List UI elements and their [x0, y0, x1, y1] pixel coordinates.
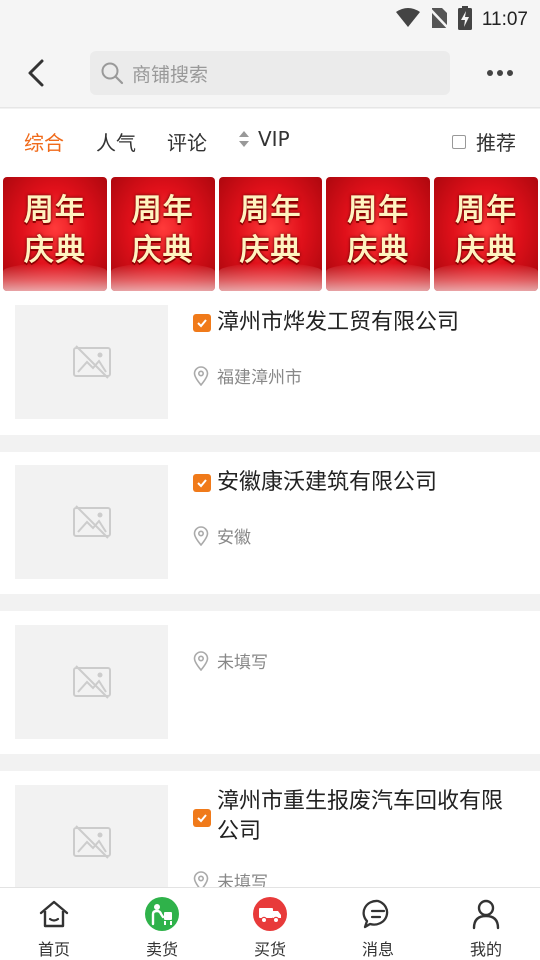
sell-icon — [145, 897, 179, 931]
nav-label: 我的 — [469, 940, 502, 959]
wifi-icon — [395, 8, 420, 32]
location-text: 未填写 — [217, 653, 268, 673]
company-name: 漳州市烨发工贸有限公司 — [217, 310, 460, 335]
shop-location: 安徽 — [193, 523, 251, 548]
message-icon — [361, 897, 395, 931]
banner-line2: 庆典 — [239, 233, 302, 268]
image-placeholder-icon — [72, 825, 111, 859]
banner-tile[interactable]: 周年 庆典 — [3, 177, 107, 291]
search-placeholder: 商铺搜索 — [132, 63, 209, 86]
banner-line1: 周年 — [347, 193, 410, 228]
location-pin-icon — [193, 365, 209, 386]
nav-buy[interactable]: 买货 — [216, 888, 324, 960]
header: 商铺搜索 — [0, 38, 540, 108]
recommend-label: 推荐 — [476, 131, 516, 155]
shop-card[interactable]: 漳州市烨发工贸有限公司 福建漳州市 — [0, 295, 540, 435]
banner-line1: 周年 — [131, 193, 194, 228]
more-button[interactable] — [480, 58, 520, 88]
sort-arrows-icon — [239, 131, 249, 147]
location-text: 未填写 — [217, 873, 268, 887]
tab-vip[interactable]: VIP — [238, 127, 290, 151]
home-icon — [37, 897, 71, 931]
chevron-left-icon — [28, 59, 44, 87]
verified-badge — [193, 474, 211, 492]
shop-card[interactable]: 未填写 — [0, 611, 540, 754]
no-sim-icon — [428, 7, 449, 33]
profile-icon — [469, 897, 503, 931]
status-time: 11:07 — [481, 9, 528, 30]
banner-line1: 周年 — [23, 193, 86, 228]
battery-charging-icon — [457, 6, 472, 34]
location-pin-icon — [193, 870, 209, 887]
banner-line2: 庆典 — [347, 233, 410, 268]
shop-list: 漳州市烨发工贸有限公司 福建漳州市 安徽康沃建筑有限公司 安徽 未填写 漳州市重… — [0, 295, 540, 887]
company-name: 漳州市重生报废汽车回收有限公司 — [217, 789, 504, 844]
check-icon — [197, 479, 207, 488]
nav-label: 买货 — [253, 940, 286, 959]
nav-messages[interactable]: 消息 — [324, 888, 432, 960]
check-icon — [197, 319, 207, 328]
recommend-checkbox[interactable] — [452, 134, 466, 149]
tab-popularity[interactable]: 人气 — [96, 127, 136, 156]
banner-tile[interactable]: 周年 庆典 — [110, 177, 215, 291]
shop-thumbnail — [15, 305, 168, 419]
shop-location: 福建漳州市 — [193, 363, 302, 388]
location-text: 福建漳州市 — [217, 368, 302, 388]
location-pin-icon — [193, 525, 209, 546]
banner-strip: 周年庆典 周年庆典 周年庆典 周年庆典 周年庆典 — [0, 173, 540, 295]
shop-thumbnail — [15, 465, 168, 579]
recommend-toggle[interactable]: 推荐 — [452, 127, 516, 156]
verified-badge — [193, 809, 211, 827]
shop-list-page: 11:07 商铺搜索 综合 人气 评论 VIP 推荐 周年庆典 周年庆典 周 — [0, 0, 540, 960]
shop-thumbnail — [15, 625, 168, 739]
filter-bar: 综合 人气 评论 VIP 推荐 — [0, 109, 540, 173]
nav-label: 首页 — [37, 940, 70, 959]
banner-line2: 庆典 — [455, 233, 518, 268]
image-placeholder-icon — [72, 665, 111, 699]
nav-sell[interactable]: 卖货 — [108, 888, 216, 960]
nav-profile[interactable]: 我的 — [432, 888, 540, 960]
shop-location: 未填写 — [193, 868, 268, 887]
bottom-nav: 首页 卖货 买货 消息 我的 — [0, 887, 540, 960]
shop-card[interactable]: 漳州市重生报废汽车回收有限公司 未填写 — [0, 771, 540, 887]
back-button[interactable] — [16, 54, 56, 92]
verified-badge — [193, 314, 211, 332]
nav-home[interactable]: 首页 — [0, 888, 108, 960]
check-icon — [197, 814, 207, 823]
shop-card[interactable]: 安徽康沃建筑有限公司 安徽 — [0, 452, 540, 594]
banner-tile[interactable]: 周年 庆典 — [326, 177, 431, 291]
buy-truck-icon — [253, 897, 287, 931]
location-pin-icon — [193, 650, 209, 671]
image-placeholder-icon — [72, 505, 111, 539]
search-input[interactable]: 商铺搜索 — [90, 51, 450, 95]
banner-tile[interactable]: 周年 庆典 — [434, 177, 538, 291]
search-icon — [101, 62, 124, 85]
location-text: 安徽 — [217, 528, 251, 548]
company-name: 安徽康沃建筑有限公司 — [217, 470, 438, 495]
banner-tile[interactable]: 周年 庆典 — [218, 177, 323, 291]
status-icons: 11:07 — [395, 6, 528, 34]
more-dots-icon — [487, 70, 493, 76]
banner-line1: 周年 — [239, 193, 302, 228]
image-placeholder-icon — [72, 345, 111, 379]
banner-line1: 周年 — [455, 193, 518, 228]
shop-location: 未填写 — [193, 648, 268, 673]
nav-label: 消息 — [361, 940, 394, 959]
banner-line2: 庆典 — [23, 233, 86, 268]
banner-line2: 庆典 — [131, 233, 194, 268]
vip-label: VIP — [258, 127, 290, 151]
tab-reviews[interactable]: 评论 — [167, 127, 207, 156]
tab-comprehensive[interactable]: 综合 — [24, 127, 64, 156]
nav-label: 卖货 — [145, 940, 178, 959]
shop-thumbnail — [15, 785, 168, 887]
status-bar: 11:07 — [0, 0, 540, 38]
